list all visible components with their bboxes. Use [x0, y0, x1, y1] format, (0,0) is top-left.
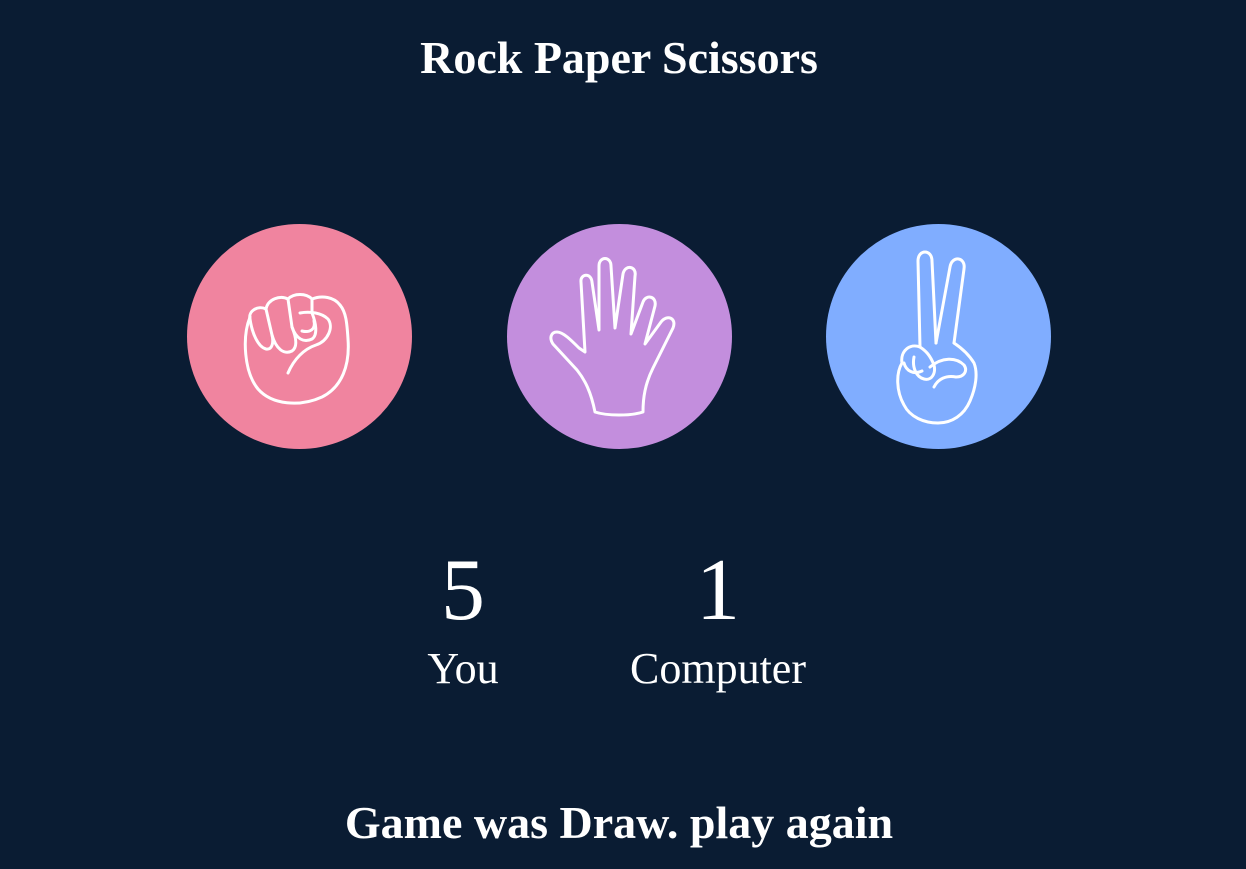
rock-button[interactable]	[187, 224, 412, 449]
computer-score: 1 Computer	[598, 546, 838, 694]
open-hand-icon	[548, 256, 675, 416]
peace-hand-icon	[895, 250, 978, 424]
computer-score-label: Computer	[630, 644, 806, 693]
page-title: Rock Paper Scissors	[420, 32, 818, 83]
paper-button[interactable]	[507, 224, 732, 449]
player-score-label: You	[427, 644, 499, 693]
scissors-button[interactable]	[826, 224, 1051, 449]
player-score: 5 You	[388, 546, 538, 694]
computer-score-value: 1	[696, 542, 740, 639]
result-message[interactable]: Game was Draw. play again	[0, 795, 1238, 851]
player-score-value: 5	[441, 542, 485, 639]
game-page: Rock Paper Scissors 5 You 1 Computer Gam…	[0, 0, 1246, 869]
fist-icon	[243, 292, 350, 405]
